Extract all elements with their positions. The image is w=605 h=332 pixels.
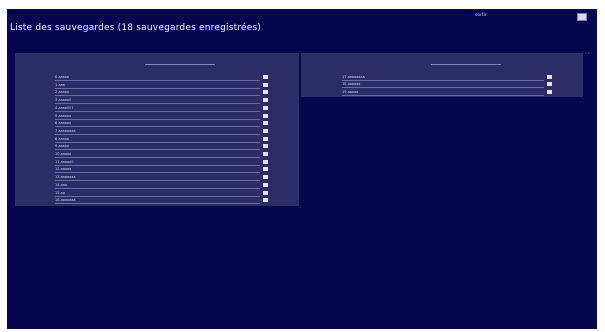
row-underline (342, 94, 544, 96)
save-row[interactable]: 16.aaaaaaa (55, 198, 268, 204)
load-save-button[interactable] (547, 89, 552, 94)
load-save-button[interactable] (263, 82, 268, 87)
row-underline (55, 141, 260, 143)
save-row[interactable]: 10.aaaaa (55, 152, 268, 158)
save-row-label: 14.aaa (55, 182, 68, 187)
load-save-button[interactable] (547, 82, 552, 87)
load-save-button[interactable] (263, 136, 268, 141)
save-row-label: 17.aaaaaaaa (342, 75, 365, 79)
save-row[interactable]: 19.aaaaa (342, 89, 552, 96)
save-row-label: 4.aaaa001 (55, 105, 74, 110)
row-underline (55, 87, 260, 89)
save-row-label: 10.aaaaa (55, 152, 72, 156)
load-save-button[interactable] (547, 75, 552, 79)
load-save-button[interactable] (263, 167, 268, 172)
panel-header-divider (431, 64, 501, 65)
save-list-panel-left: 0.aaaaa 1.aaa 2.aaaaa 3.aaaaa0 4.aaaa001 5.aa… (15, 53, 299, 206)
load-save-button[interactable] (263, 90, 268, 95)
save-row-label: 15.aa (55, 190, 65, 195)
load-save-button[interactable] (263, 128, 268, 133)
save-row[interactable]: 2.aaaaa (55, 90, 268, 96)
save-row-label: 6.aaaaaa (55, 121, 72, 126)
load-save-button[interactable] (263, 175, 268, 180)
save-row[interactable]: 7.aaaaaaaa (55, 128, 268, 135)
save-row[interactable]: 6.aaaaaa (55, 121, 268, 127)
load-save-button[interactable] (263, 121, 268, 126)
save-row-label: 13.aaaaaaa (55, 175, 76, 180)
save-row-label: 0.aaaaa (55, 75, 70, 79)
row-underline (55, 95, 260, 96)
row-underline (55, 133, 260, 135)
save-icon[interactable] (577, 13, 587, 21)
panel-header-divider (145, 64, 215, 65)
row-underline (55, 203, 260, 204)
save-row-label: 1.aaa (55, 82, 65, 87)
row-underline (55, 110, 260, 112)
row-underline (55, 157, 260, 158)
save-row-label: 9.aaaaa (55, 144, 70, 149)
page-title: Liste des sauvegardes (18 sauvegardes en… (10, 23, 262, 33)
load-save-button[interactable] (263, 190, 268, 195)
save-row-label: 3.aaaaa0 (55, 98, 72, 103)
row-underline (55, 149, 260, 150)
save-row[interactable]: 18.aaaaaa (342, 82, 552, 88)
save-row-label: 8.aaaaa (55, 136, 70, 141)
row-underline (55, 195, 260, 197)
save-row[interactable]: 4.aaaa001 (55, 105, 268, 112)
load-save-button[interactable] (263, 159, 268, 164)
save-list-panel-right: 17.aaaaaaaa 18.aaaaaa 19.aaaaa (301, 53, 583, 97)
save-row[interactable]: 11.aaaaa0 (55, 159, 268, 166)
row-underline (55, 187, 260, 189)
row-underline (55, 80, 260, 81)
save-row-label: 11.aaaaa0 (55, 159, 74, 164)
save-row[interactable]: 5.aaaaaa (55, 113, 268, 120)
save-row[interactable]: 14.aaa (55, 182, 268, 189)
row-underline (342, 87, 544, 88)
save-row[interactable]: 15.aa (55, 190, 268, 197)
load-save-button[interactable] (263, 75, 268, 79)
save-row-label: 5.aaaaaa (55, 113, 72, 118)
load-save-button[interactable] (263, 152, 268, 156)
row-underline (55, 172, 260, 173)
save-row[interactable]: 0.aaaaa (55, 75, 268, 81)
scroll-hint[interactable]: « » (585, 51, 590, 55)
save-row[interactable]: 12.aaaaa (55, 167, 268, 173)
row-underline (55, 180, 260, 181)
load-save-button[interactable] (263, 182, 268, 187)
load-save-button[interactable] (263, 198, 268, 203)
quit-button[interactable]: sortir (475, 13, 487, 18)
save-row[interactable]: 9.aaaaa (55, 144, 268, 150)
row-underline (55, 164, 260, 166)
load-save-button[interactable] (263, 98, 268, 103)
save-row[interactable]: 8.aaaaa (55, 136, 268, 143)
row-underline (55, 103, 260, 104)
row-underline (342, 80, 544, 81)
save-row-label: 7.aaaaaaaa (55, 128, 76, 133)
save-row[interactable]: 13.aaaaaaa (55, 175, 268, 181)
row-underline (55, 118, 260, 120)
save-list-screen: Liste des sauvegardes (18 sauvegardes en… (7, 9, 597, 329)
save-row[interactable]: 3.aaaaa0 (55, 98, 268, 104)
load-save-button[interactable] (263, 105, 268, 110)
row-underline (55, 126, 260, 127)
load-save-button[interactable] (263, 113, 268, 118)
load-save-button[interactable] (263, 144, 268, 149)
save-row-label: 18.aaaaaa (342, 82, 361, 87)
save-row[interactable]: 1.aaa (55, 82, 268, 89)
save-row-label: 12.aaaaa (55, 167, 72, 172)
save-row[interactable]: 17.aaaaaaaa (342, 75, 552, 81)
save-row-label: 16.aaaaaaa (55, 198, 76, 203)
save-row-label: 19.aaaaa (342, 89, 359, 94)
save-row-label: 2.aaaaa (55, 90, 70, 95)
